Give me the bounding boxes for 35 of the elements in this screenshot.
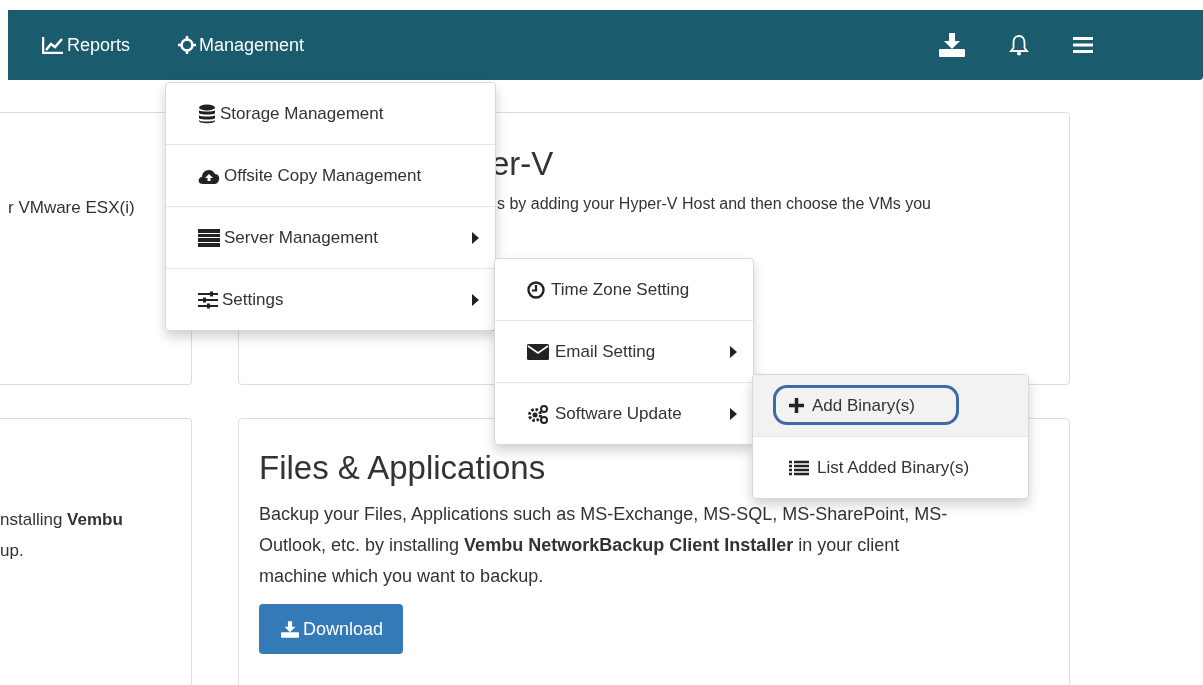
bell-icon[interactable] xyxy=(1009,34,1029,56)
menu-item[interactable]: List Added Binary(s) xyxy=(753,436,1028,498)
card-title: Files & Applications xyxy=(259,449,546,487)
gears-icon xyxy=(527,403,549,424)
plus-icon xyxy=(789,398,804,413)
envelope-icon xyxy=(527,343,549,360)
card-text: r VMware ESX(i) xyxy=(7,198,136,218)
crosshair-icon xyxy=(178,36,197,54)
download-icon xyxy=(281,620,299,638)
list-icon xyxy=(789,459,809,476)
nav-link[interactable]: Management xyxy=(178,34,305,56)
card-text: Backup your Files, Applications such as MS-Exchange, MS-SQL, MS-SharePoint, MS-Outlook, etc. by installing Vembu NetworkBackup Client Installer in your client machine which you want to backup. xyxy=(259,503,949,588)
database-icon xyxy=(198,103,216,124)
cloud-upload-icon xyxy=(198,167,220,184)
clock-icon xyxy=(527,280,545,299)
menu-icon[interactable] xyxy=(1073,36,1093,54)
line-chart-icon xyxy=(42,36,64,54)
menu-item[interactable]: Add Binary(s) xyxy=(753,375,1028,436)
menu-item[interactable]: Email Setting xyxy=(495,320,753,382)
caret-icon xyxy=(472,231,479,244)
menu-item[interactable]: Storage Management xyxy=(166,83,495,144)
nav-link[interactable]: Reports xyxy=(42,34,131,56)
sliders-icon xyxy=(198,290,218,309)
menu-item[interactable]: Offsite Copy Management xyxy=(166,144,495,206)
caret-icon xyxy=(730,345,737,358)
server-icon xyxy=(198,228,220,247)
caret-icon xyxy=(730,407,737,420)
download-button[interactable]: Download xyxy=(259,604,404,654)
menu-item[interactable]: Server Management xyxy=(166,206,495,268)
card-text: s by adding your Hyper-V Host and then choose the VMs you xyxy=(497,195,932,213)
card-text: up. xyxy=(0,540,25,562)
menu-item[interactable]: Time Zone Setting xyxy=(495,259,753,320)
card-text: nstalling Vembu xyxy=(0,509,124,531)
download-icon[interactable] xyxy=(939,33,965,57)
caret-icon xyxy=(472,293,479,306)
